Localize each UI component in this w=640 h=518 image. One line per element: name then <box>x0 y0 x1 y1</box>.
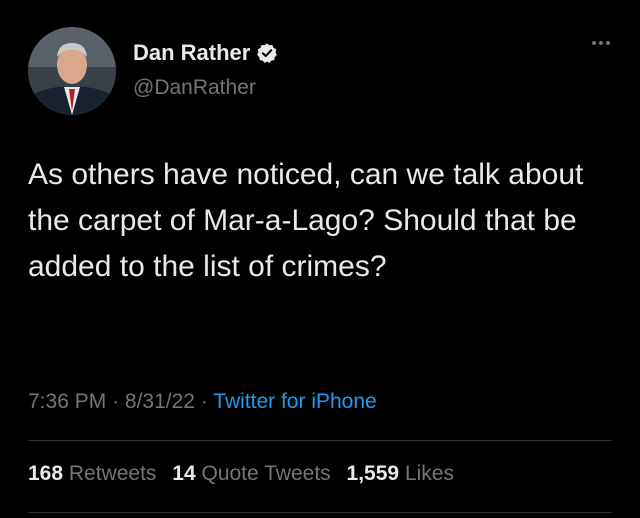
tweet-date[interactable]: 8/31/22 <box>125 390 195 413</box>
divider <box>28 440 612 441</box>
avatar[interactable] <box>28 27 116 115</box>
tweet-time[interactable]: 7:36 PM <box>28 390 106 413</box>
quote-tweets-stat[interactable]: 14 Quote Tweets <box>172 462 336 485</box>
retweets-label: Retweets <box>68 462 157 485</box>
display-name[interactable]: Dan Rather <box>133 40 278 66</box>
likes-label: Likes <box>404 462 454 485</box>
tweet-text: As others have noticed, can we talk abou… <box>28 158 584 283</box>
tweet-meta: 7:36 PM · 8/31/22 · Twitter for iPhone <box>28 390 377 414</box>
display-name-text: Dan Rather <box>133 40 251 65</box>
tweet-source[interactable]: Twitter for iPhone <box>213 390 376 413</box>
more-dot <box>592 41 596 45</box>
tweet-card: Dan Rather @DanRather As others have not… <box>0 0 640 518</box>
user-handle[interactable]: @DanRather <box>133 76 256 100</box>
meta-separator: · <box>112 390 120 413</box>
quote-tweets-label: Quote Tweets <box>201 462 331 485</box>
quote-tweets-count: 14 <box>172 462 196 485</box>
avatar-portrait-icon <box>28 27 116 115</box>
meta-separator: · <box>200 390 208 413</box>
retweets-stat[interactable]: 168 Retweets <box>28 462 162 485</box>
more-options-icon[interactable] <box>592 38 622 48</box>
tweet-stats: 168 Retweets 14 Quote Tweets 1,559 Likes <box>28 462 464 486</box>
likes-stat[interactable]: 1,559 Likes <box>347 462 454 485</box>
retweets-count: 168 <box>28 462 64 485</box>
verified-badge-icon <box>257 43 278 63</box>
more-dot <box>599 41 603 45</box>
likes-count: 1,559 <box>346 462 400 485</box>
more-dot <box>606 41 610 45</box>
divider <box>28 512 612 513</box>
